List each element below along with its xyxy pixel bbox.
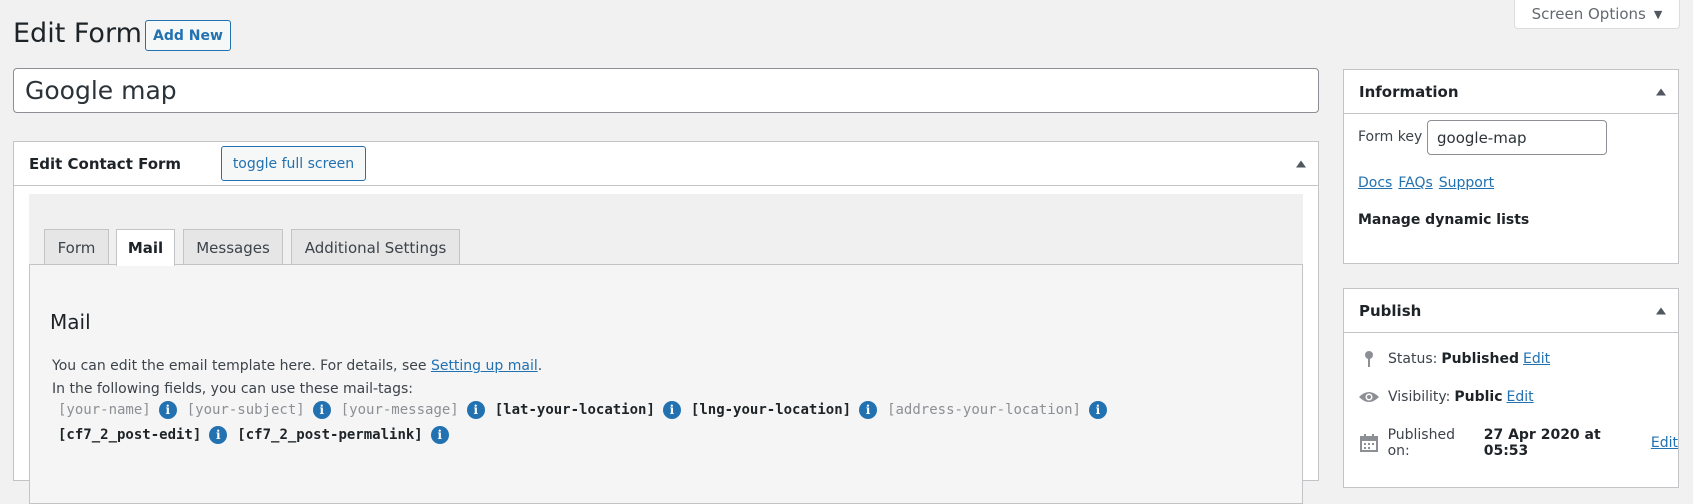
mail-tag: [lng-your-location] [690, 402, 852, 418]
collapse-toggle-icon[interactable] [1296, 160, 1306, 167]
pin-icon [1358, 350, 1380, 368]
tab-additional-settings[interactable]: Additional Settings [291, 229, 460, 265]
info-icon[interactable]: i [430, 426, 449, 444]
mail-tag: [address-your-location] [887, 402, 1081, 418]
edit-contact-form-header: Edit Contact Form toggle full screen [14, 142, 1318, 186]
form-key-label: Form key [1358, 129, 1423, 145]
faqs-link[interactable]: FAQs [1398, 175, 1432, 191]
tab-mail[interactable]: Mail [116, 229, 175, 266]
info-icon[interactable]: i [1088, 401, 1107, 419]
info-icon[interactable]: i [662, 401, 681, 419]
calendar-icon [1358, 434, 1380, 452]
mail-tag: [cf7_2_post-permalink] [237, 427, 423, 443]
edit-contact-form-box: Edit Contact Form toggle full screen For… [13, 141, 1319, 504]
publish-heading: Publish [1359, 301, 1422, 320]
info-icon[interactable]: i [312, 401, 331, 419]
edit-date-link[interactable]: Edit [1651, 435, 1678, 451]
mail-tags-description: In the following fields, you can use the… [52, 381, 414, 397]
form-key-input[interactable]: google-map [1427, 120, 1607, 155]
status-row: Status: Published Edit [1358, 350, 1550, 368]
published-on-row: Published on: 27 Apr 2020 at 05:53 Edit [1358, 427, 1678, 459]
collapse-toggle-icon[interactable] [1656, 88, 1666, 95]
mail-tag: [your-message] [340, 402, 459, 418]
edit-status-link[interactable]: Edit [1523, 351, 1550, 367]
docs-link[interactable]: Docs [1358, 175, 1392, 191]
info-icon[interactable]: i [466, 401, 485, 419]
edit-contact-form-heading: Edit Contact Form [29, 154, 182, 173]
page-title: Edit Form [13, 18, 142, 49]
caret-down-icon: ▼ [1653, 7, 1663, 21]
eye-icon [1358, 390, 1380, 404]
form-title-input[interactable]: Google map [13, 68, 1319, 113]
mail-tag: [your-name] [58, 402, 151, 418]
edit-visibility-link[interactable]: Edit [1507, 389, 1534, 405]
info-icon[interactable]: i [859, 401, 878, 419]
mail-tags-row-1: [your-name] i [your-subject] i [your-mes… [58, 401, 1117, 419]
info-icon[interactable]: i [209, 426, 228, 444]
info-icon[interactable]: i [158, 401, 177, 419]
information-box: Information Form key google-map Docs FAQ… [1343, 69, 1679, 264]
manage-dynamic-lists-link[interactable]: Manage dynamic lists [1358, 212, 1529, 228]
mail-tags-row-2: [cf7_2_post-edit] i [cf7_2_post-permalin… [58, 426, 459, 444]
add-new-button[interactable]: Add New [145, 20, 231, 51]
publish-header: Publish [1344, 289, 1678, 333]
mail-tab-panel: Mail You can edit the email template her… [29, 264, 1303, 504]
setting-up-mail-link[interactable]: Setting up mail [431, 358, 538, 374]
visibility-row: Visibility: Public Edit [1358, 389, 1534, 405]
published-on-value: 27 Apr 2020 at 05:53 [1483, 427, 1601, 459]
information-header: Information [1344, 70, 1678, 114]
help-links: Docs FAQs Support [1358, 175, 1494, 191]
mail-tag: [cf7_2_post-edit] [58, 427, 202, 443]
mail-tag: [your-subject] [186, 402, 305, 418]
publish-box: Publish Status: Published Edit Visibilit… [1343, 288, 1679, 488]
screen-options-label: Screen Options [1531, 5, 1646, 23]
mail-panel-title: Mail [50, 310, 91, 334]
mail-description: You can edit the email template here. Fo… [52, 358, 543, 374]
screen-options-button[interactable]: Screen Options ▼ [1514, 0, 1680, 29]
toggle-full-screen-button[interactable]: toggle full screen [221, 146, 366, 181]
mail-tag: [lat-your-location] [494, 402, 655, 418]
editor-panel-area: Form Mail Messages Additional Settings M… [29, 194, 1303, 504]
collapse-toggle-icon[interactable] [1656, 307, 1666, 314]
status-value: Published [1441, 351, 1519, 367]
support-link[interactable]: Support [1439, 175, 1494, 191]
information-heading: Information [1359, 82, 1459, 101]
tab-messages[interactable]: Messages [183, 229, 283, 265]
tab-form[interactable]: Form [44, 229, 109, 265]
visibility-value: Public [1454, 389, 1503, 405]
